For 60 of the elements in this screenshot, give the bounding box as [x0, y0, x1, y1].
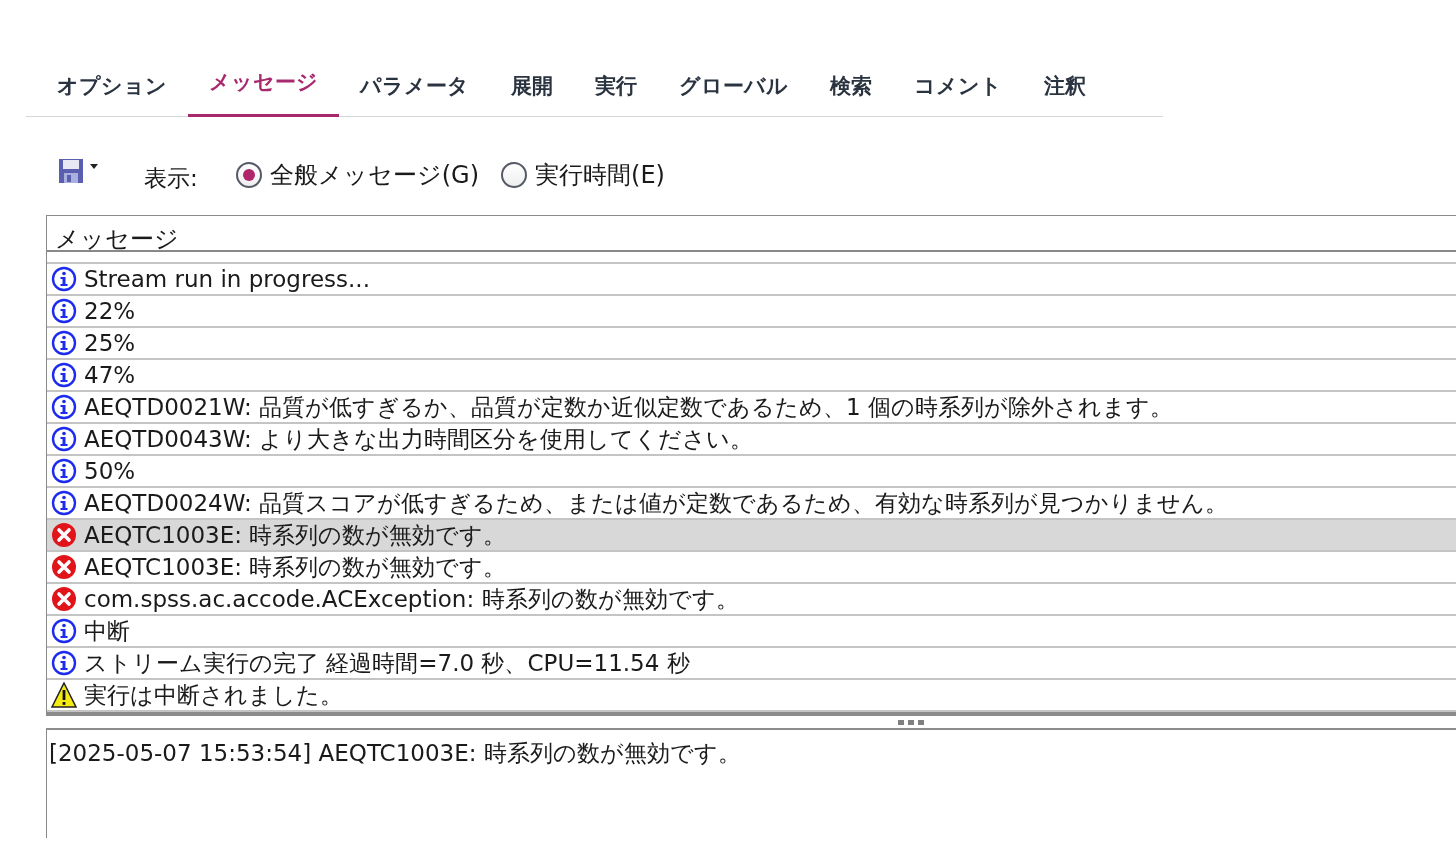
radio-label: 実行時間(E) — [535, 160, 665, 191]
message-text: com.spss.ac.accode.ACException: 時系列の数が無効です。 — [84, 584, 739, 614]
radio-button[interactable] — [501, 162, 528, 188]
message-text: Stream run in progress... — [84, 266, 370, 292]
info-icon — [51, 298, 77, 324]
message-row[interactable]: AEQTC1003E: 時系列の数が無効です。 — [47, 552, 1456, 584]
tab[interactable]: コメント — [893, 66, 1023, 117]
message-text: 実行は中断されました。 — [84, 680, 343, 710]
tab[interactable]: 実行 — [574, 66, 658, 117]
info-icon — [51, 458, 77, 484]
message-text: AEQTD0024W: 品質スコアが低すぎるため、または値が定数であるため、有効な時系列が見つかりません。 — [84, 488, 1229, 518]
message-text: 47% — [84, 362, 136, 388]
message-text: 25% — [84, 330, 136, 356]
tab[interactable]: 展開 — [490, 66, 574, 117]
column-header[interactable]: メッセージ — [47, 216, 1456, 252]
error-icon — [51, 522, 77, 548]
message-row[interactable]: ストリーム実行の完了 経過時間=7.0 秒、CPU=11.54 秒 — [47, 648, 1456, 680]
tab[interactable]: パラメータ — [339, 66, 490, 117]
radio-button[interactable] — [235, 162, 262, 188]
info-icon — [51, 362, 77, 388]
message-row[interactable]: 22% — [47, 296, 1456, 328]
message-text: 22% — [84, 298, 136, 324]
radio-label: 全般メッセージ(G) — [269, 160, 480, 191]
info-icon — [51, 330, 77, 356]
message-row[interactable]: AEQTD0021W: 品質が低すぎるか、品質が定数か近似定数であるため、1 個の時系列が除外されます。 — [47, 392, 1456, 424]
info-icon — [51, 394, 77, 420]
info-icon — [51, 426, 77, 452]
save-button[interactable] — [58, 158, 98, 184]
message-detail-text: [2025-05-07 15:53:54] AEQTC1003E: 時系列の数が無効です。 — [49, 739, 741, 768]
message-row[interactable]: 25% — [47, 328, 1456, 360]
caret-icon — [90, 164, 98, 169]
error-icon — [51, 554, 77, 580]
splitter-handle[interactable] — [46, 713, 1456, 730]
message-text: AEQTD0043W: より大きな出力時間区分を使用してください。 — [84, 424, 754, 454]
message-row[interactable]: 47% — [47, 360, 1456, 392]
message-row[interactable]: AEQTD0043W: より大きな出力時間区分を使用してください。 — [47, 424, 1456, 456]
message-row[interactable]: Stream run in progress... — [47, 264, 1456, 296]
message-text: ストリーム実行の完了 経過時間=7.0 秒、CPU=11.54 秒 — [84, 648, 690, 678]
message-text: 中断 — [84, 616, 130, 646]
show-label: 表示: — [144, 163, 198, 193]
tab[interactable]: オプション — [36, 66, 188, 117]
message-text: 50% — [84, 458, 136, 484]
message-row[interactable]: AEQTC1003E: 時系列の数が無効です。 — [47, 520, 1456, 552]
info-icon — [51, 266, 77, 292]
error-icon — [51, 586, 77, 612]
message-text: AEQTC1003E: 時系列の数が無効です。 — [84, 552, 507, 582]
info-icon — [51, 618, 77, 644]
message-row[interactable]: 実行は中断されました。 — [47, 680, 1456, 712]
tab[interactable]: 検索 — [809, 66, 893, 117]
tab[interactable]: メッセージ — [188, 62, 339, 117]
warning-icon — [51, 682, 77, 708]
message-text: AEQTD0021W: 品質が低すぎるか、品質が定数か近似定数であるため、1 個の時系列が除外されます。 — [84, 392, 1174, 422]
message-row[interactable]: 中断 — [47, 616, 1456, 648]
info-icon — [51, 650, 77, 676]
message-row[interactable]: 50% — [47, 456, 1456, 488]
tab[interactable]: グローバル — [658, 66, 809, 117]
message-row[interactable]: com.spss.ac.accode.ACException: 時系列の数が無効です。 — [47, 584, 1456, 616]
message-text: AEQTC1003E: 時系列の数が無効です。 — [84, 520, 507, 550]
tab[interactable]: 注釈 — [1023, 66, 1107, 117]
info-icon — [51, 490, 77, 516]
